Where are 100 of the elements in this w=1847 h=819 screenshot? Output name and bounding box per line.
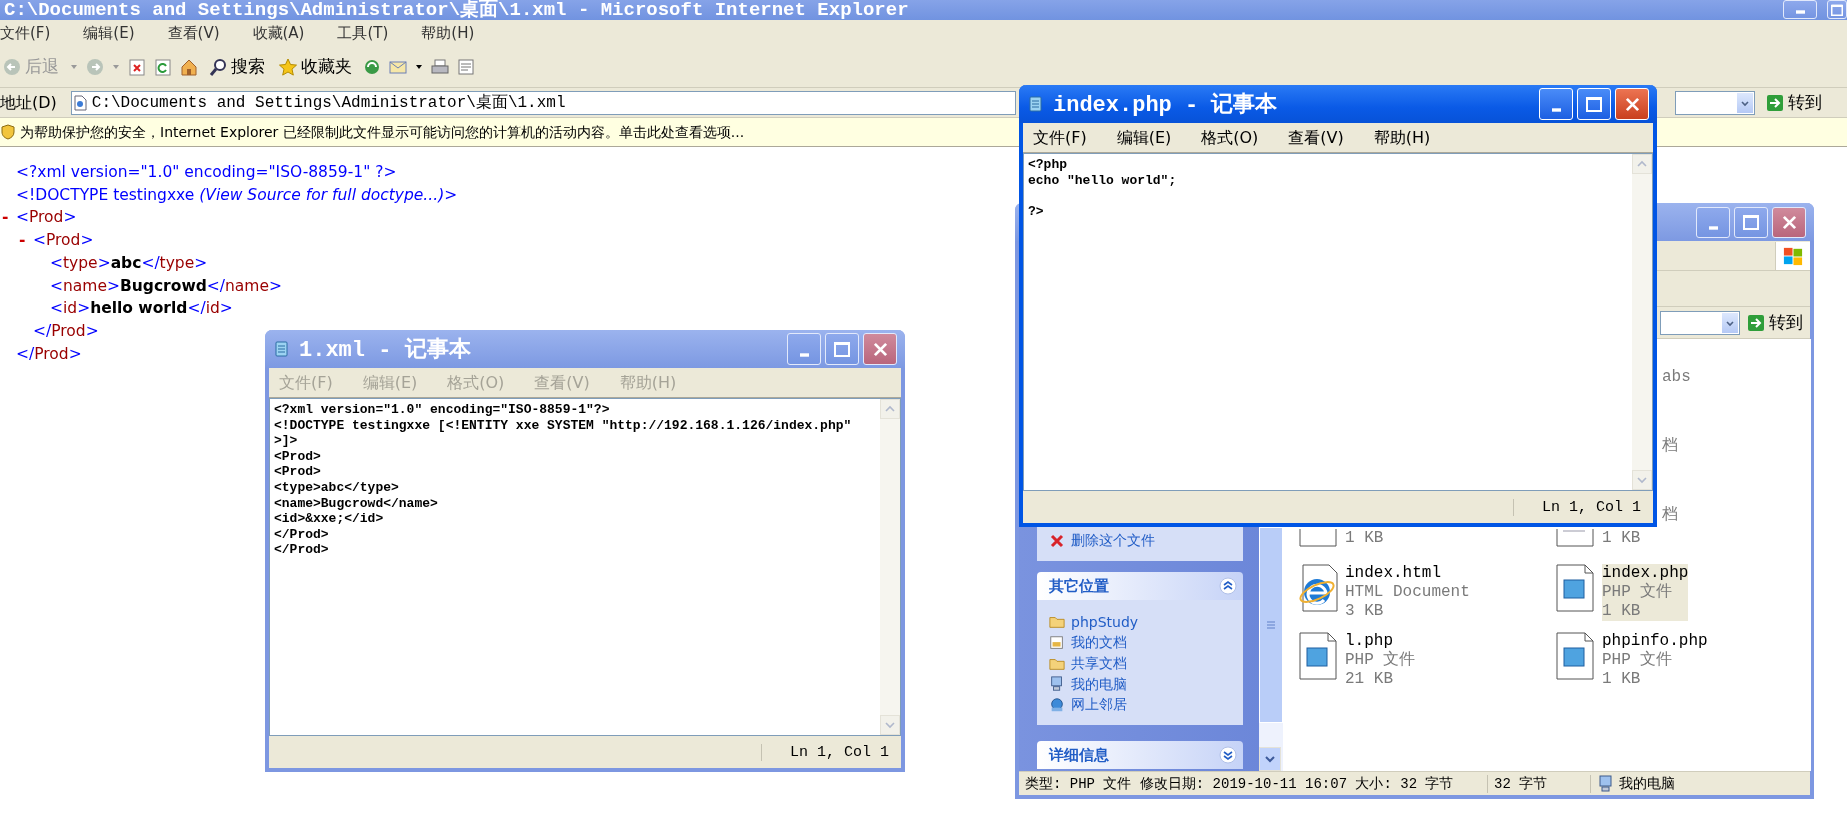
scroll-up-icon bbox=[1636, 160, 1648, 168]
xml-element: <Prod> bbox=[33, 231, 94, 250]
search-button[interactable]: 搜索 bbox=[206, 53, 268, 80]
close-button[interactable] bbox=[863, 333, 897, 365]
folder-icon bbox=[1049, 614, 1065, 631]
minimize-icon bbox=[1708, 225, 1718, 230]
menu-item[interactable]: 查看(V) bbox=[1288, 125, 1344, 150]
expand-chevron-icon[interactable] bbox=[1219, 746, 1237, 764]
file-icon bbox=[1297, 529, 1339, 547]
go-button[interactable]: 转到 bbox=[1763, 89, 1825, 116]
menu-item[interactable]: 帮助(H) bbox=[421, 21, 475, 45]
refresh-icon[interactable] bbox=[154, 57, 172, 76]
favorites-button[interactable]: 收藏夹 bbox=[276, 53, 355, 80]
address-dropdown[interactable] bbox=[1675, 90, 1755, 115]
vertical-scrollbar[interactable] bbox=[1259, 527, 1283, 771]
panel-header[interactable]: 其它位置 bbox=[1037, 572, 1243, 601]
vertical-scrollbar[interactable] bbox=[1632, 154, 1652, 490]
window-title: index.php - 记事本 bbox=[1053, 91, 1279, 119]
status-position: Ln 1, Col 1 bbox=[1513, 498, 1653, 516]
xml-doctype: <!DOCTYPE testingxxe (View Source for full doctype...)> bbox=[16, 185, 458, 204]
window-title: 1.xml - 记事本 bbox=[299, 336, 472, 364]
status-position: Ln 1, Col 1 bbox=[761, 743, 901, 761]
collapse-toggle[interactable]: - bbox=[2, 206, 16, 230]
go-button[interactable]: 转到 bbox=[1744, 309, 1806, 336]
place-link[interactable]: 共享文档 bbox=[1049, 653, 1233, 674]
file-size: 3 KB bbox=[1345, 602, 1385, 621]
scroll-down-icon bbox=[1264, 755, 1276, 763]
xml-element: <name>Bugcrowd</name> bbox=[50, 276, 282, 295]
star-icon bbox=[279, 57, 297, 76]
file-name: index.php bbox=[1602, 564, 1689, 583]
page-icon bbox=[71, 94, 88, 111]
task-link[interactable]: 删除这个文件 bbox=[1049, 530, 1233, 552]
network-icon bbox=[1049, 696, 1065, 713]
menu-item[interactable]: 编辑(E) bbox=[1116, 125, 1172, 150]
edit-icon[interactable] bbox=[457, 57, 475, 76]
notepad-icon bbox=[1027, 95, 1045, 113]
php-file-icon bbox=[1554, 632, 1596, 680]
place-link[interactable]: 网上邻居 bbox=[1049, 694, 1233, 715]
info-bar-message[interactable]: 为帮助保护您的安全，Internet Explorer 已经限制此文件显示可能访问您的计算机的活动内容。单击此处查看选项... bbox=[20, 121, 745, 143]
scrollbar-grip-icon bbox=[1267, 621, 1275, 629]
collapse-toggle[interactable]: - bbox=[19, 229, 33, 252]
maximize-icon bbox=[1831, 3, 1843, 16]
place-link[interactable]: phpStudy bbox=[1049, 612, 1233, 633]
menu-item[interactable]: 查看(V) bbox=[167, 21, 220, 45]
vertical-scrollbar[interactable] bbox=[880, 399, 900, 735]
place-link[interactable]: 我的文档 bbox=[1049, 632, 1233, 654]
media-icon[interactable] bbox=[363, 57, 381, 76]
panel-title: 详细信息 bbox=[1049, 744, 1109, 766]
printer-icon[interactable] bbox=[431, 57, 449, 76]
menu-item[interactable]: 文件(F) bbox=[0, 21, 51, 45]
maximize-button[interactable] bbox=[1827, 0, 1847, 19]
notepad-icon bbox=[273, 340, 291, 358]
maximize-icon bbox=[1743, 214, 1759, 230]
collapse-chevron-icon[interactable] bbox=[1219, 577, 1237, 596]
file-name: l.php bbox=[1345, 632, 1394, 650]
xml-element: <type>abc</type> bbox=[50, 253, 208, 272]
minimize-button[interactable] bbox=[1696, 206, 1730, 238]
status-details: 类型: PHP 文件 修改日期: 2019-10-11 16:07 大小: 32 字节 bbox=[1024, 774, 1455, 793]
file-label: abs bbox=[1662, 368, 1691, 387]
menu-item[interactable]: 收藏(A) bbox=[252, 21, 305, 45]
address-field[interactable] bbox=[1660, 310, 1740, 335]
xml-element: </Prod> bbox=[33, 321, 99, 340]
xml-element: </Prod> bbox=[16, 344, 82, 363]
home-icon[interactable] bbox=[180, 57, 198, 76]
file-item[interactable]: index.html HTML Document 3 KB bbox=[1297, 564, 1470, 621]
file-item[interactable]: index.php PHP 文件 1 KB bbox=[1554, 564, 1689, 621]
minimize-button[interactable] bbox=[1783, 0, 1817, 19]
place-link[interactable]: 我的电脑 bbox=[1049, 673, 1233, 695]
computer-icon bbox=[1049, 676, 1065, 693]
menu-item[interactable]: 格式(O) bbox=[1201, 125, 1259, 150]
shield-icon bbox=[0, 124, 16, 140]
close-button[interactable] bbox=[1772, 206, 1806, 238]
php-file-icon bbox=[1297, 632, 1339, 680]
file-label: 档 bbox=[1662, 437, 1678, 456]
panel-title: 其它位置 bbox=[1049, 575, 1109, 597]
file-size: 1 KB bbox=[1602, 602, 1689, 621]
maximize-button[interactable] bbox=[1734, 206, 1768, 238]
stop-icon[interactable] bbox=[128, 57, 146, 76]
maximize-icon bbox=[1586, 96, 1602, 112]
file-name: phpinfo.php bbox=[1602, 632, 1708, 650]
documents-icon bbox=[1049, 634, 1065, 651]
menu-item[interactable]: 工具(T) bbox=[337, 21, 389, 45]
file-item[interactable]: phpinfo.php PHP 文件 1 KB bbox=[1554, 632, 1708, 689]
menu-item[interactable]: 编辑(E) bbox=[83, 21, 135, 45]
file-item[interactable]: 1 KB bbox=[1297, 529, 1384, 548]
file-type: PHP 文件 bbox=[1602, 583, 1689, 602]
minimize-button[interactable] bbox=[787, 333, 821, 365]
dropdown-caret-icon[interactable] bbox=[415, 62, 423, 71]
file-type: PHP 文件 bbox=[1602, 651, 1674, 670]
file-item[interactable]: l.php PHP 文件 21 KB bbox=[1297, 632, 1416, 689]
file-item[interactable]: 1 KB bbox=[1554, 529, 1641, 548]
maximize-button[interactable] bbox=[825, 333, 859, 365]
minimize-icon bbox=[1551, 108, 1561, 112]
scroll-up-icon bbox=[884, 405, 896, 413]
menu-item[interactable]: 帮助(H) bbox=[1373, 125, 1431, 150]
panel-header[interactable]: 详细信息 bbox=[1037, 741, 1243, 769]
file-size: 1 KB bbox=[1602, 529, 1641, 548]
address-field[interactable]: C:\Documents and Settings\Administrator\桌面\1.xml bbox=[70, 90, 1016, 115]
address-label: 地址(D) bbox=[0, 91, 57, 114]
menu-item[interactable]: 文件(F) bbox=[1033, 125, 1087, 150]
